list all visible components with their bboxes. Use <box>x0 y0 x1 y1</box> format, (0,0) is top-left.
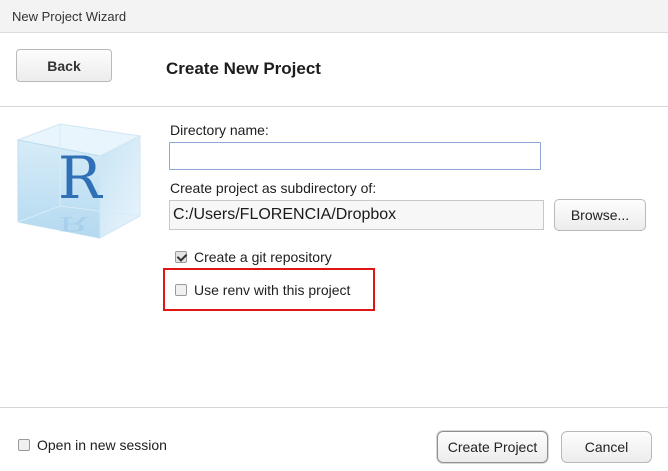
browse-button[interactable]: Browse... <box>554 199 646 231</box>
git-repository-option[interactable]: Create a git repository <box>175 249 332 265</box>
page-title: Create New Project <box>166 59 321 78</box>
subdirectory-label: Create project as subdirectory of: <box>170 180 377 196</box>
cancel-button[interactable]: Cancel <box>561 431 652 463</box>
subdirectory-path-field[interactable]: C:/Users/FLORENCIA/Dropbox <box>169 200 544 230</box>
svg-text:R: R <box>58 212 90 235</box>
header-divider <box>0 106 668 107</box>
directory-name-label: Directory name: <box>170 122 269 138</box>
open-new-session-option[interactable]: Open in new session <box>18 437 167 453</box>
browse-button-label: Browse... <box>570 207 630 223</box>
open-new-session-label: Open in new session <box>37 437 167 453</box>
r-project-cube-icon: R R <box>16 123 142 239</box>
window-title: New Project Wizard <box>12 9 127 24</box>
git-repository-checkbox[interactable] <box>175 251 187 263</box>
back-button[interactable]: Back <box>16 49 112 82</box>
back-button-label: Back <box>47 57 81 74</box>
footer-divider <box>0 407 668 408</box>
open-new-session-checkbox[interactable] <box>18 439 30 451</box>
renv-highlight-box <box>163 268 375 311</box>
create-project-button[interactable]: Create Project <box>437 431 548 463</box>
create-project-button-label: Create Project <box>447 439 538 455</box>
title-bar: New Project Wizard <box>0 0 668 33</box>
git-repository-label: Create a git repository <box>194 249 332 265</box>
subdirectory-path-value: C:/Users/FLORENCIA/Dropbox <box>173 206 397 223</box>
directory-name-input[interactable] <box>169 142 541 170</box>
cancel-button-label: Cancel <box>584 439 629 455</box>
svg-text:R: R <box>58 144 104 212</box>
